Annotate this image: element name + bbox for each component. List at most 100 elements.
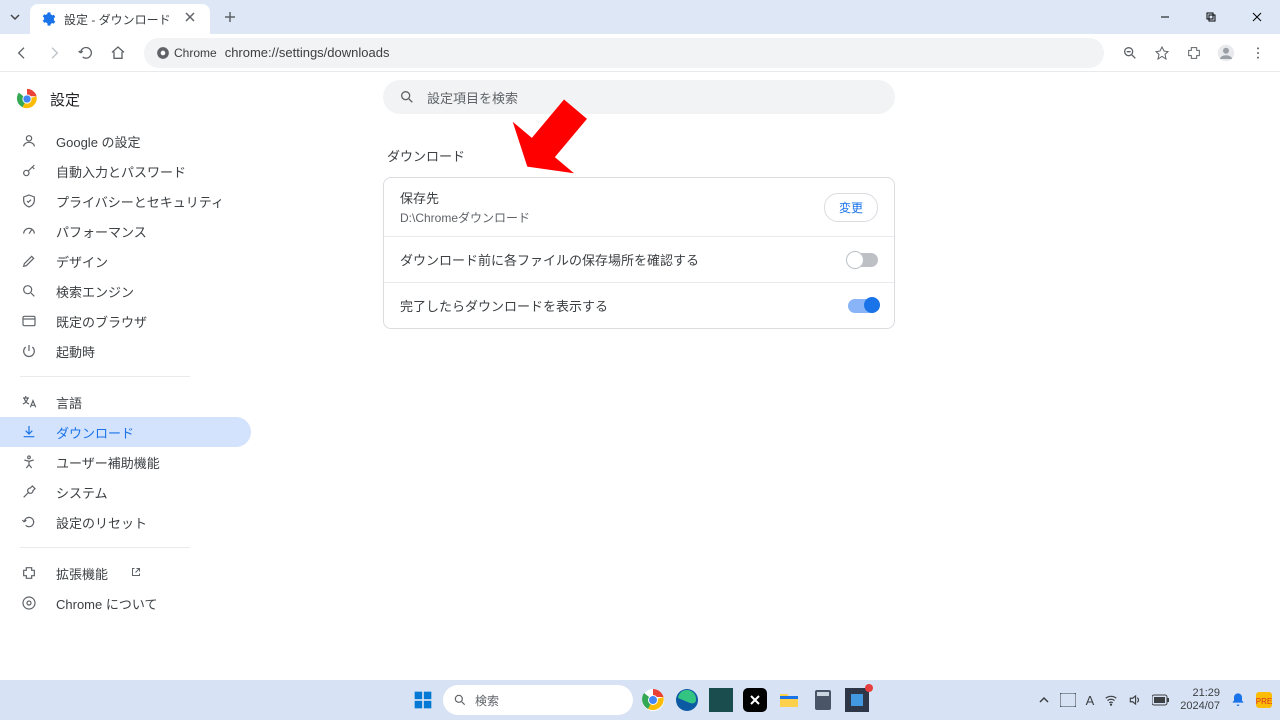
sidebar-item-label: ユーザー補助機能 (56, 453, 160, 472)
sidebar-separator (20, 376, 190, 377)
new-tab-button[interactable] (216, 3, 244, 31)
reload-button[interactable] (72, 39, 100, 67)
profile-icon[interactable] (1212, 39, 1240, 67)
sidebar-item-autofill[interactable]: 自動入力とパスワード (0, 156, 251, 186)
translate-icon (20, 393, 38, 411)
reset-icon (20, 513, 38, 531)
sidebar-item-label: 自動入力とパスワード (56, 162, 186, 181)
settings-sidebar: 設定 Google の設定 自動入力とパスワード プライバシーとセキュリティ パ… (0, 72, 255, 680)
menu-icon[interactable] (1244, 39, 1272, 67)
tray-app-icon[interactable]: PRE (1256, 692, 1272, 708)
section-title: ダウンロード (387, 146, 465, 165)
sidebar-item-languages[interactable]: 言語 (0, 387, 251, 417)
back-button[interactable] (8, 39, 36, 67)
external-link-icon (130, 566, 144, 580)
maximize-button[interactable] (1188, 0, 1234, 34)
chrome-logo-icon (16, 88, 38, 110)
sidebar-item-label: プライバシーとセキュリティ (56, 192, 224, 211)
sidebar-item-label: 既定のブラウザ (56, 312, 147, 331)
taskbar-chrome[interactable] (639, 686, 667, 714)
home-button[interactable] (104, 39, 132, 67)
power-icon (20, 342, 38, 360)
sidebar-item-label: システム (56, 483, 108, 502)
zoom-icon[interactable] (1116, 39, 1144, 67)
settings-search[interactable]: 設定項目を検索 (383, 80, 895, 114)
window-titlebar: 設定 - ダウンロード (0, 0, 1280, 34)
taskbar-search[interactable]: 検索 (443, 685, 633, 715)
forward-button[interactable] (40, 39, 68, 67)
settings-main: 設定項目を検索 ダウンロード 保存先 D:\Chromeダウンロード 変更 ダウ… (255, 72, 1280, 680)
sidebar-item-reset[interactable]: 設定のリセット (0, 507, 251, 537)
ask-before-row: ダウンロード前に各ファイルの保存場所を確認する (384, 236, 894, 282)
sidebar-item-on-startup[interactable]: 起動時 (0, 336, 251, 366)
sidebar-item-accessibility[interactable]: ユーザー補助機能 (0, 447, 251, 477)
search-icon (20, 282, 38, 300)
taskbar-calculator[interactable] (809, 686, 837, 714)
tray-input-icon[interactable]: A (1086, 693, 1095, 708)
location-row: 保存先 D:\Chromeダウンロード 変更 (384, 178, 894, 236)
wrench-icon (20, 483, 38, 501)
browser-toolbar: Chrome chrome://settings/downloads (0, 34, 1280, 72)
search-placeholder: 設定項目を検索 (427, 88, 518, 107)
sidebar-item-default-browser[interactable]: 既定のブラウザ (0, 306, 251, 336)
sidebar-item-search-engine[interactable]: 検索エンジン (0, 276, 251, 306)
sidebar-item-label: 起動時 (56, 342, 95, 361)
sidebar-item-label: 言語 (56, 393, 82, 412)
ask-label: ダウンロード前に各ファイルの保存場所を確認する (400, 250, 848, 269)
taskbar-app-3[interactable] (843, 686, 871, 714)
address-bar[interactable]: Chrome chrome://settings/downloads (144, 38, 1104, 68)
show-label: 完了したらダウンロードを表示する (400, 296, 848, 315)
content-area: 設定 Google の設定 自動入力とパスワード プライバシーとセキュリティ パ… (0, 72, 1280, 680)
tray-chevron-icon[interactable] (1038, 694, 1050, 706)
close-window-button[interactable] (1234, 0, 1280, 34)
tray-notifications-icon[interactable] (1230, 692, 1246, 708)
taskbar-app-1[interactable] (707, 686, 735, 714)
sidebar-item-label: 設定のリセット (56, 513, 147, 532)
change-button[interactable]: 変更 (824, 193, 878, 222)
taskbar-search-placeholder: 検索 (475, 692, 499, 709)
chrome-icon (20, 594, 38, 612)
minimize-button[interactable] (1142, 0, 1188, 34)
tray-date: 2024/07 (1180, 700, 1220, 713)
svg-text:PRE: PRE (1256, 697, 1272, 706)
person-icon (20, 132, 38, 150)
gear-icon (40, 11, 56, 27)
close-icon[interactable] (184, 11, 200, 27)
taskbar-app-2[interactable] (741, 686, 769, 714)
tab-search-dropdown[interactable] (0, 0, 30, 34)
show-toggle[interactable] (848, 299, 878, 313)
sidebar-item-google[interactable]: Google の設定 (0, 126, 251, 156)
taskbar-edge[interactable] (673, 686, 701, 714)
sidebar-title: 設定 (50, 89, 80, 110)
bookmark-icon[interactable] (1148, 39, 1176, 67)
tray-clock[interactable]: 21:29 2024/07 (1180, 687, 1220, 713)
sidebar-item-about[interactable]: Chrome について (0, 588, 251, 618)
key-icon (20, 162, 38, 180)
sidebar-item-privacy[interactable]: プライバシーとセキュリティ (0, 186, 251, 216)
tab-title: 設定 - ダウンロード (64, 11, 176, 28)
sidebar-item-appearance[interactable]: デザイン (0, 246, 251, 276)
start-button[interactable] (409, 686, 437, 714)
accessibility-icon (20, 453, 38, 471)
browser-icon (20, 312, 38, 330)
tray-battery-icon[interactable] (1152, 694, 1170, 706)
shield-icon (20, 192, 38, 210)
tray-volume-icon[interactable] (1128, 693, 1142, 707)
taskbar-explorer[interactable] (775, 686, 803, 714)
sidebar-item-label: パフォーマンス (56, 222, 147, 241)
windows-taskbar: 検索 A 21:29 2024/07 PRE (0, 680, 1280, 720)
ask-toggle[interactable] (848, 253, 878, 267)
sidebar-item-performance[interactable]: パフォーマンス (0, 216, 251, 246)
tray-time: 21:29 (1180, 687, 1220, 700)
downloads-card: 保存先 D:\Chromeダウンロード 変更 ダウンロード前に各ファイルの保存場… (383, 177, 895, 329)
tray-ime-icon[interactable] (1060, 693, 1076, 707)
speedometer-icon (20, 222, 38, 240)
tray-wifi-icon[interactable] (1104, 693, 1118, 707)
sidebar-item-extensions[interactable]: 拡張機能 (0, 558, 251, 588)
sidebar-item-system[interactable]: システム (0, 477, 251, 507)
extensions-icon[interactable] (1180, 39, 1208, 67)
browser-tab[interactable]: 設定 - ダウンロード (30, 4, 210, 34)
sidebar-item-downloads[interactable]: ダウンロード (0, 417, 251, 447)
chip-label: Chrome (174, 46, 217, 60)
system-tray: A 21:29 2024/07 PRE (1038, 687, 1272, 713)
